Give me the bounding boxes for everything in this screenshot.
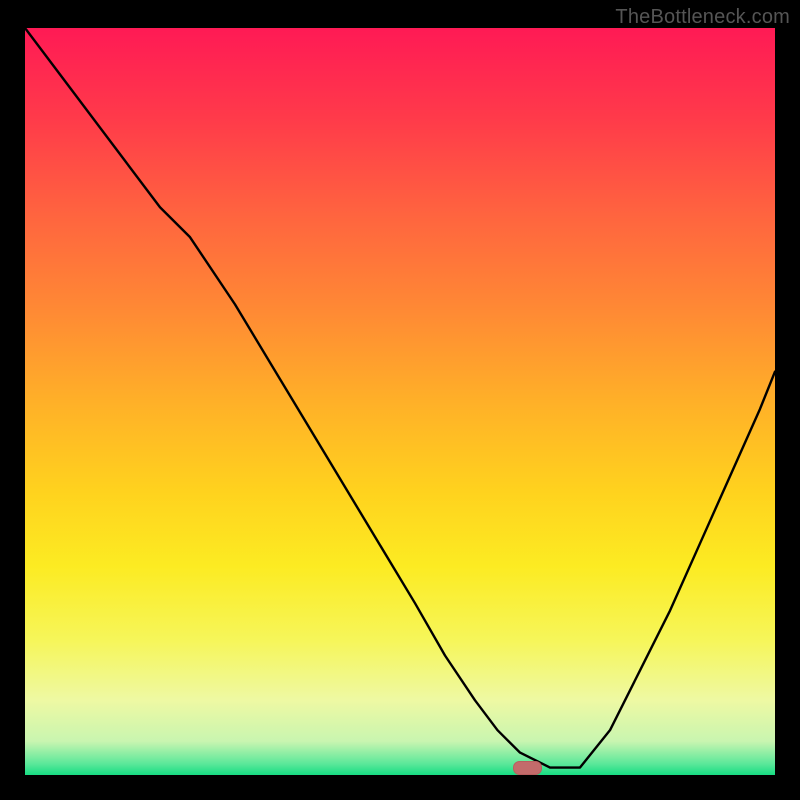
gradient-background xyxy=(25,28,775,775)
optimal-marker xyxy=(514,762,542,775)
plot-area xyxy=(25,28,775,775)
chart-svg xyxy=(25,28,775,775)
watermark-text: TheBottleneck.com xyxy=(615,6,790,29)
chart-container: TheBottleneck.com xyxy=(0,0,800,800)
